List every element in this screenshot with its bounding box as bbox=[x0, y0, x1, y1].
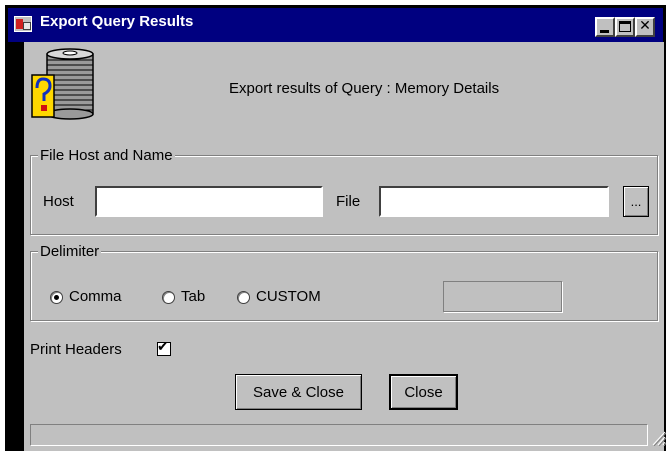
file-group-label: File Host and Name bbox=[38, 147, 175, 164]
window-title: Export Query Results bbox=[40, 13, 194, 30]
tab-radio-label[interactable]: Tab bbox=[181, 288, 205, 305]
resize-grip-icon[interactable] bbox=[650, 426, 666, 446]
maximize-icon bbox=[619, 21, 631, 32]
tab-radio[interactable] bbox=[162, 291, 175, 304]
checkmark-icon: ✔ bbox=[157, 339, 169, 355]
custom-radio[interactable] bbox=[237, 291, 250, 304]
host-input[interactable] bbox=[95, 186, 323, 217]
file-input[interactable] bbox=[379, 186, 609, 217]
delimiter-group-label: Delimiter bbox=[38, 243, 102, 260]
database-question-icon bbox=[31, 48, 94, 120]
custom-radio-label[interactable]: CUSTOM bbox=[256, 288, 321, 305]
minimize-button[interactable] bbox=[595, 17, 615, 37]
print-headers-label[interactable]: Print Headers bbox=[30, 341, 122, 358]
app-icon[interactable] bbox=[14, 16, 32, 32]
minimize-icon bbox=[600, 30, 609, 33]
file-label: File bbox=[336, 193, 361, 210]
status-bar bbox=[30, 424, 648, 446]
custom-delimiter-input[interactable] bbox=[443, 281, 562, 312]
delimiter-group-box bbox=[30, 251, 658, 321]
close-button[interactable]: Close bbox=[389, 374, 458, 410]
export-description: Export results of Query : Memory Details bbox=[229, 80, 500, 97]
comma-radio[interactable] bbox=[50, 291, 63, 304]
save-and-close-button[interactable]: Save & Close bbox=[235, 374, 362, 410]
comma-radio-label[interactable]: Comma bbox=[69, 288, 122, 305]
close-icon: ✕ bbox=[639, 18, 651, 34]
close-window-button[interactable]: ✕ bbox=[635, 17, 655, 37]
maximize-button[interactable] bbox=[615, 17, 635, 37]
host-label: Host bbox=[43, 193, 74, 210]
browse-file-button[interactable]: ... bbox=[623, 186, 649, 217]
print-headers-checkbox[interactable]: ✔ bbox=[157, 339, 171, 356]
